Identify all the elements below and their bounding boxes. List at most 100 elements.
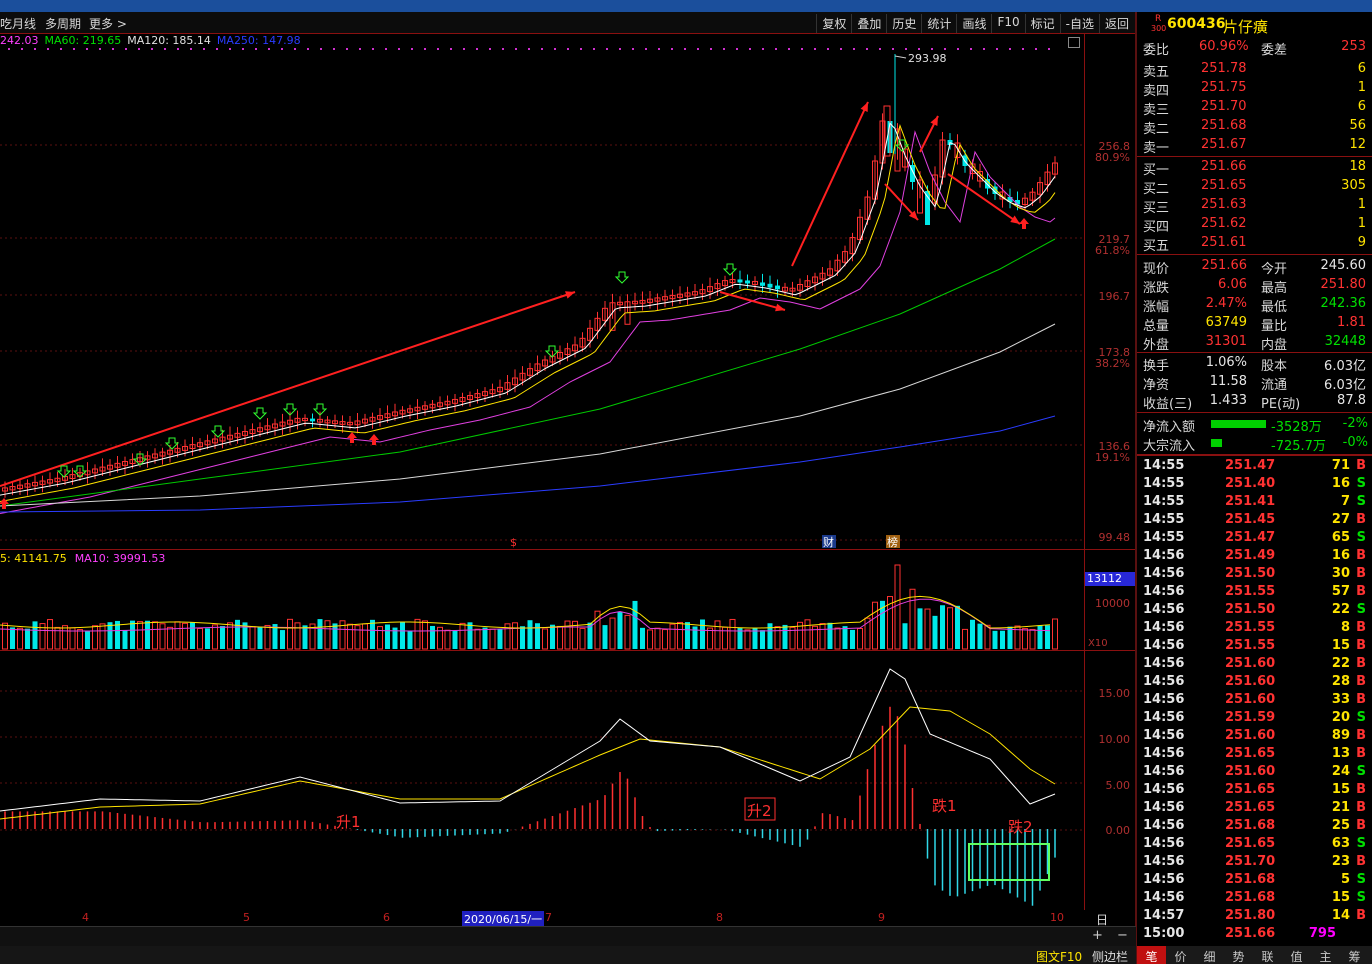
tick-price: 251.65 xyxy=(1225,746,1276,761)
stat-label: 股本 xyxy=(1261,359,1288,374)
volume-bar xyxy=(212,624,218,650)
buy-signal-icon xyxy=(347,432,357,443)
volume-bar xyxy=(287,618,293,650)
signal-dot xyxy=(1035,48,1037,50)
panel-tab-0[interactable]: 笔 xyxy=(1137,946,1166,964)
signal-dot xyxy=(593,48,595,50)
kline-chart[interactable]: 293.98 $ 财 榜升1 升2 跌1 跌2 xyxy=(0,34,1136,910)
panel-tab-6[interactable]: 主 xyxy=(1311,946,1340,964)
toolbar-button-0[interactable]: 复权 xyxy=(816,14,851,33)
volume-bar xyxy=(609,617,616,650)
volume-bar xyxy=(767,623,773,649)
sell-signal-icon xyxy=(722,263,738,276)
volume-bar xyxy=(377,626,383,650)
level-price: 251.62 xyxy=(1201,216,1247,231)
signal-dot xyxy=(138,48,140,50)
zoom-in-icon[interactable]: + xyxy=(1092,928,1103,943)
stat-value: 32448 xyxy=(1324,334,1366,349)
tick-time: 14:55 xyxy=(1143,458,1185,473)
panel-tab-3[interactable]: 势 xyxy=(1224,946,1253,964)
panel-tab-5[interactable]: 值 xyxy=(1282,946,1311,964)
f10-link[interactable]: 图文F10 xyxy=(1036,948,1082,964)
volume-bar xyxy=(924,608,931,650)
stat-label: 总量 xyxy=(1143,319,1170,334)
tick-row: 14:56 251.60 33 B xyxy=(1137,691,1372,709)
toolbar-button-7[interactable]: -自选 xyxy=(1059,14,1099,33)
stat-label: 流通 xyxy=(1261,378,1288,393)
volume-bar xyxy=(444,629,451,650)
signal-dot xyxy=(866,48,868,50)
macd-axis-label: 5.00 xyxy=(1105,779,1131,792)
volume-bar xyxy=(249,626,256,650)
volume-bar xyxy=(894,564,901,650)
more-menu[interactable]: 更多 > xyxy=(89,15,127,32)
macd-label-rise1: 升1 xyxy=(336,813,361,831)
volume-bar xyxy=(370,619,375,649)
tick-volume: 27 xyxy=(1331,512,1350,527)
signal-dot xyxy=(463,48,465,50)
tick-volume: 89 xyxy=(1331,728,1350,743)
date-axis-label: 7 xyxy=(545,911,552,924)
bid-row: 买一 251.66 18 xyxy=(1137,158,1372,178)
panel-tab-4[interactable]: 联 xyxy=(1253,946,1282,964)
tick-price: 251.60 xyxy=(1225,674,1276,689)
toolbar-button-1[interactable]: 叠加 xyxy=(851,14,886,33)
signal-dot xyxy=(723,48,725,50)
tick-volume: 15 xyxy=(1331,638,1350,653)
toolbar-button-6[interactable]: 标记 xyxy=(1024,14,1060,33)
stat-value: 6.06 xyxy=(1218,277,1247,292)
volume-bar xyxy=(362,623,368,650)
toolbar-button-8[interactable]: 返回 xyxy=(1098,14,1134,33)
panel-tab-2[interactable]: 细 xyxy=(1195,946,1224,964)
panel-tab-1[interactable]: 价 xyxy=(1166,946,1195,964)
flow-row: 净流入额 -3528万 -2% xyxy=(1137,415,1372,435)
tab-multi-period[interactable]: 多周期 xyxy=(45,15,81,32)
tick-side: B xyxy=(1356,458,1366,473)
zoom-out-icon[interactable]: − xyxy=(1117,928,1128,943)
panel-tab-7[interactable]: 筹 xyxy=(1340,946,1369,964)
signal-dot xyxy=(515,48,517,50)
stat-row: 涨幅 2.47% 最低 242.36 xyxy=(1137,295,1372,315)
signal-dot xyxy=(164,48,166,50)
volume-bar xyxy=(774,626,781,650)
signal-dot xyxy=(73,48,75,50)
volume-bar xyxy=(324,620,331,650)
tick-volume: 795 xyxy=(1308,926,1336,941)
tick-volume: 15 xyxy=(1331,890,1350,905)
level-price: 251.66 xyxy=(1201,159,1247,174)
volume-bar xyxy=(452,630,458,649)
toolbar-button-2[interactable]: 历史 xyxy=(886,14,921,33)
signal-dot xyxy=(1022,48,1024,50)
trend-arrow xyxy=(565,291,575,299)
tick-price: 251.68 xyxy=(1225,818,1276,833)
tick-side: B xyxy=(1356,656,1366,671)
toolbar-actions: 复权 叠加 历史 统计 画线 F10 标记 -自选 返回 xyxy=(816,14,1134,33)
sidebar-toggle[interactable]: 侧边栏 xyxy=(1092,948,1128,964)
signal-dot xyxy=(775,48,777,50)
tick-time: 14:56 xyxy=(1143,656,1185,671)
tab-monthly[interactable]: 月线 xyxy=(12,15,36,32)
volume-bar xyxy=(714,620,721,650)
signal-dot xyxy=(853,48,855,50)
tick-volume: 16 xyxy=(1331,476,1350,491)
signal-dot xyxy=(632,48,634,50)
signal-dot xyxy=(710,48,712,50)
toolbar-button-3[interactable]: 统计 xyxy=(921,14,956,33)
trend-arrow xyxy=(1010,215,1020,224)
sell-signal-icon xyxy=(164,437,180,450)
candle-body xyxy=(745,280,750,284)
signal-dot xyxy=(814,48,816,50)
volume-bar xyxy=(497,629,503,649)
tick-price: 251.60 xyxy=(1225,728,1276,743)
toolbar-button-4[interactable]: 画线 xyxy=(956,14,991,33)
tick-time: 14:55 xyxy=(1143,512,1185,527)
tick-side: B xyxy=(1356,908,1366,923)
tick-side: S xyxy=(1356,710,1366,725)
volume-bar xyxy=(729,618,736,650)
toolbar-button-5[interactable]: F10 xyxy=(991,14,1024,33)
level-price: 251.65 xyxy=(1201,178,1247,193)
stat-label: 换手 xyxy=(1143,359,1170,374)
signal-dot xyxy=(398,48,400,50)
chart-scrollbar[interactable]: + − xyxy=(0,926,1136,946)
volume-bar xyxy=(977,623,983,649)
